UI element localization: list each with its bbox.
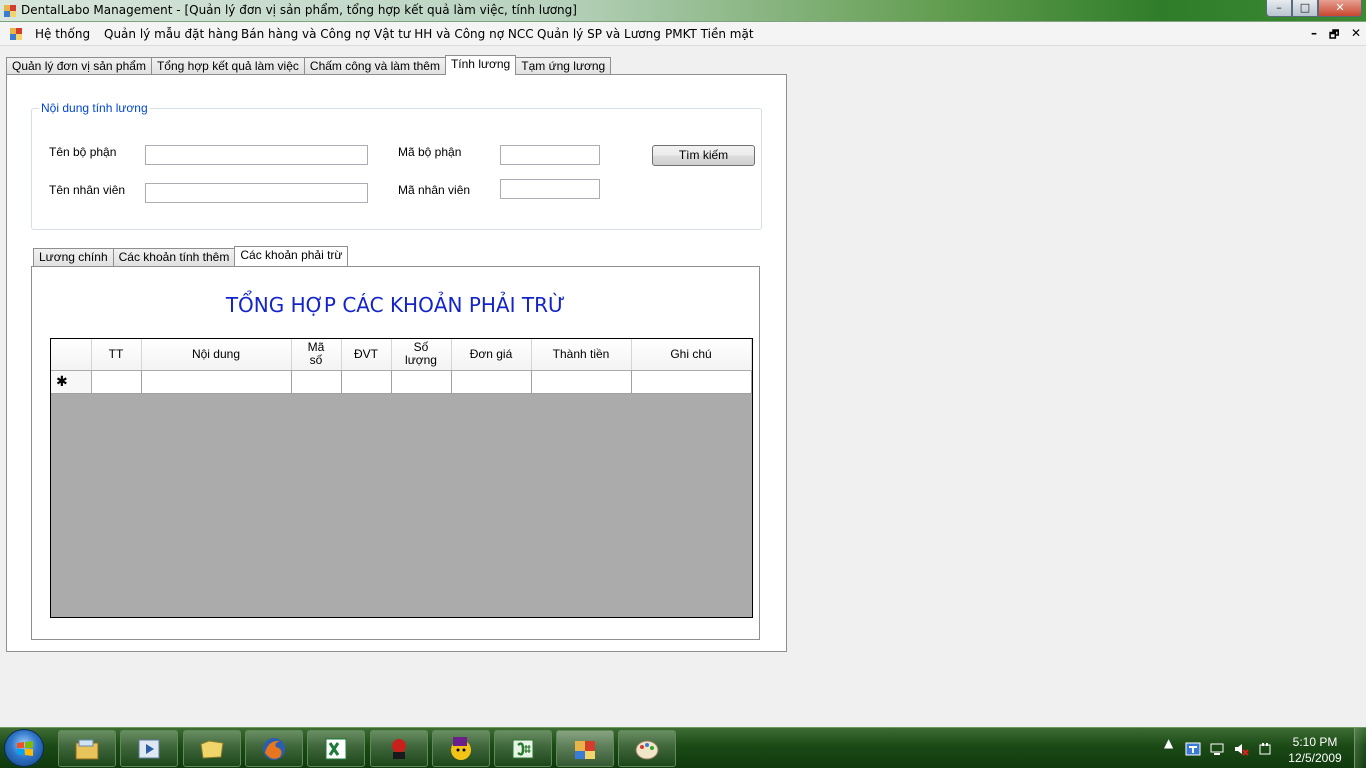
tinh-luong-panel: Nội dung tính lương Tên bộ phận Mã bộ ph… <box>6 74 787 652</box>
tray-expand-icon[interactable]: ▲ <box>1164 736 1173 750</box>
tab-cac-khoan-tinh-them[interactable]: Các khoản tính thêm <box>112 248 236 266</box>
menu-bar: Hệ thống Quản lý mẫu đặt hàng Bán hàng v… <box>0 22 1366 46</box>
new-row[interactable]: ✱ <box>51 370 752 394</box>
taskbar-excel[interactable] <box>307 730 365 767</box>
grid-corner-header[interactable] <box>51 339 92 371</box>
deductions-table: TT Nội dung Mã số ĐVT Số lượng Đơn giá T… <box>51 339 752 394</box>
search-button[interactable]: Tìm kiếm <box>652 145 755 166</box>
column-header-ghi-chu[interactable]: Ghi chú <box>631 339 752 371</box>
tab-luong-chinh[interactable]: Lương chính <box>33 248 114 266</box>
tab-tam-ung-luong[interactable]: Tạm ứng lương <box>515 57 612 75</box>
firefox-icon <box>263 737 285 760</box>
mdi-minimize-button[interactable]: – <box>1311 26 1317 40</box>
game-icon <box>392 738 406 759</box>
search-groupbox-legend: Nội dung tính lương <box>39 101 150 115</box>
window-title: DentalLabo Management - [Quản lý đơn vị … <box>21 3 577 17</box>
emp-code-input[interactable] <box>500 179 600 199</box>
taskbar-media-player[interactable] <box>120 730 178 767</box>
mdi-restore-button[interactable]: 🗗 <box>1329 26 1339 45</box>
taskbar-paint[interactable] <box>618 730 676 767</box>
close-button[interactable]: ✕ <box>1318 0 1362 17</box>
taskbar-dentallabo-app[interactable] <box>556 730 614 767</box>
new-row-cell-thanh-tien[interactable] <box>531 370 632 394</box>
taskbar-csharp-ide[interactable] <box>494 730 552 767</box>
emp-name-label: Tên nhân viên <box>49 183 126 197</box>
windows-logo-icon <box>17 741 33 756</box>
file-explorer-icon <box>75 739 99 759</box>
clock[interactable]: 5:10 PM 12/5/2009 <box>1280 734 1350 766</box>
show-desktop-button[interactable] <box>1354 728 1366 768</box>
tab-quan-ly-don-vi-san-pham[interactable]: Quản lý đơn vị sản phẩm <box>6 57 152 75</box>
taskbar-yahoo-messenger[interactable] <box>432 730 490 767</box>
clock-date: 12/5/2009 <box>1288 751 1342 765</box>
column-header-tt[interactable]: TT <box>91 339 142 371</box>
monitor-icon[interactable] <box>1209 741 1225 757</box>
dentallabo-app-icon <box>575 740 595 759</box>
network-icon[interactable] <box>1185 741 1201 757</box>
mdi-client-area: Quản lý đơn vị sản phẩm Tổng hợp kết quả… <box>0 47 1366 727</box>
tab-tong-hop-ket-qua[interactable]: Tổng hợp kết quả làm việc <box>150 57 305 75</box>
column-header-so-luong[interactable]: Số lượng <box>391 339 452 371</box>
menu-quan-ly-sp-luong[interactable]: Quản lý SP và Lương <box>537 27 661 41</box>
tab-cham-cong[interactable]: Chấm công và làm thêm <box>303 57 446 75</box>
excel-icon <box>325 738 347 759</box>
tab-tinh-luong[interactable]: Tính lương <box>444 55 517 75</box>
app-icon <box>4 5 16 17</box>
menu-quan-ly-mau-dat-hang[interactable]: Quản lý mẫu đặt hàng <box>104 27 238 41</box>
dept-code-input[interactable] <box>500 145 600 165</box>
new-row-cell-dvt[interactable] <box>341 370 392 394</box>
taskbar-game[interactable] <box>370 730 428 767</box>
column-header-ma-so[interactable]: Mã số <box>291 339 342 371</box>
outer-tab-strip: Quản lý đơn vị sản phẩm Tổng hợp kết quả… <box>6 55 612 75</box>
menu-ban-hang-cong-no[interactable]: Bán hàng và Công nợ <box>241 27 370 41</box>
emp-code-label: Mã nhân viên <box>398 183 471 197</box>
deductions-grid[interactable]: TT Nội dung Mã số ĐVT Số lượng Đơn giá T… <box>50 338 753 618</box>
inner-tab-strip: Lương chính Các khoản tính thêm Các khoả… <box>33 246 349 266</box>
taskbar-firefox[interactable] <box>245 730 303 767</box>
deductions-panel: TỔNG HỢP CÁC KHOẢN PHẢI TRỪ TT Nội dung … <box>31 266 760 640</box>
taskbar: ▲ 5:10 PM 12/5/2009 <box>0 727 1366 768</box>
menu-he-thong[interactable]: Hệ thống <box>35 27 90 41</box>
start-button[interactable] <box>4 729 44 767</box>
column-header-don-gia[interactable]: Đơn giá <box>451 339 532 371</box>
dept-name-label: Tên bộ phận <box>49 145 117 159</box>
media-player-icon <box>138 739 160 758</box>
new-row-cell-ma-so[interactable] <box>291 370 342 394</box>
column-header-dvt[interactable]: ĐVT <box>341 339 392 371</box>
title-bar: DentalLabo Management - [Quản lý đơn vị … <box>0 0 1366 22</box>
search-groupbox: Nội dung tính lương Tên bộ phận Mã bộ ph… <box>31 101 762 230</box>
yahoo-messenger-icon <box>451 736 471 760</box>
dept-name-input[interactable] <box>145 145 368 165</box>
volume-muted-icon[interactable] <box>1233 741 1249 757</box>
new-row-cell-noi-dung[interactable] <box>141 370 292 394</box>
new-row-cell-don-gia[interactable] <box>451 370 532 394</box>
system-tray: ▲ <box>1164 736 1173 750</box>
new-row-cell-tt[interactable] <box>91 370 142 394</box>
taskbar-folder[interactable] <box>183 730 241 767</box>
tab-cac-khoan-phai-tru[interactable]: Các khoản phải trừ <box>234 246 349 266</box>
menu-vat-tu-hh-cong-no-ncc[interactable]: Vật tư HH và Công nợ NCC <box>374 27 534 41</box>
mdi-close-button[interactable]: ✕ <box>1351 26 1361 40</box>
emp-name-input[interactable] <box>145 183 368 203</box>
new-row-cell-ghi-chu[interactable] <box>631 370 752 394</box>
taskbar-file-explorer[interactable] <box>58 730 116 767</box>
column-header-noi-dung[interactable]: Nội dung <box>141 339 292 371</box>
power-icon[interactable] <box>1257 741 1273 757</box>
mdi-child-icon[interactable] <box>9 27 23 41</box>
column-header-thanh-tien[interactable]: Thành tiền <box>531 339 632 371</box>
clock-time: 5:10 PM <box>1292 735 1338 749</box>
paint-icon <box>635 740 659 759</box>
minimize-button[interactable]: – <box>1266 0 1292 17</box>
folder-icon <box>200 739 224 759</box>
new-row-marker[interactable]: ✱ <box>51 370 92 394</box>
deductions-heading: TỔNG HỢP CÁC KHOẢN PHẢI TRỪ <box>225 293 566 317</box>
dept-code-label: Mã bộ phận <box>398 145 462 159</box>
maximize-button[interactable]: □ <box>1292 0 1318 17</box>
csharp-ide-icon <box>512 739 534 758</box>
menu-pmkt-tien-mat[interactable]: PMKT Tiền mặt <box>665 27 754 41</box>
new-row-cell-so-luong[interactable] <box>391 370 452 394</box>
